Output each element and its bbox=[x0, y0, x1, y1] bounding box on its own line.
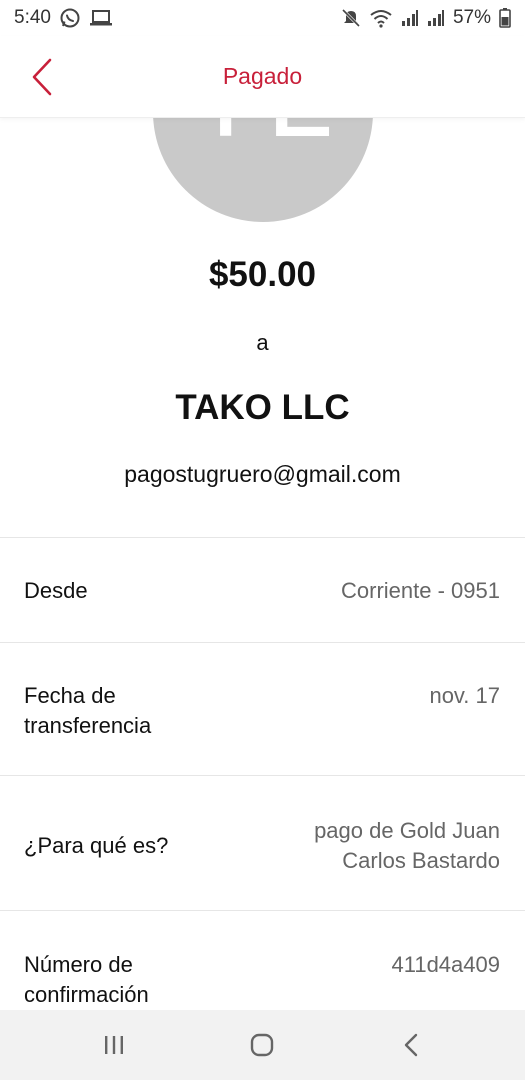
status-right: 57% bbox=[341, 7, 511, 29]
confirmation-label-line2: confirmación bbox=[24, 982, 149, 1007]
payment-amount: $50.00 bbox=[208, 255, 317, 294]
signal-icon bbox=[401, 10, 418, 26]
date-label-line1: Fecha de bbox=[24, 683, 116, 708]
home-icon bbox=[251, 1033, 274, 1057]
mute-icon bbox=[341, 8, 361, 28]
system-nav-bar bbox=[0, 1010, 525, 1080]
back-button[interactable] bbox=[26, 57, 58, 97]
chevron-left-icon bbox=[32, 58, 52, 96]
recipient-email: pagostugruero@gmail.com bbox=[124, 461, 401, 487]
avatar: TL bbox=[153, 118, 373, 222]
payment-details-content[interactable]: TL $50.00 a TAKO LLC pagostugruero@gmail… bbox=[0, 118, 525, 1010]
preposition-text: a bbox=[256, 330, 269, 355]
status-time: 5:40 bbox=[14, 7, 51, 28]
memo-label: ¿Para qué es? bbox=[24, 833, 169, 858]
recipient-name: TAKO LLC bbox=[175, 388, 350, 427]
memo-value: pago de Gold Juan Carlos Bastardo bbox=[314, 816, 500, 876]
status-bar: 5:40 57% bbox=[0, 0, 525, 36]
signal-icon bbox=[427, 10, 444, 26]
status-left: 5:40 bbox=[14, 7, 113, 29]
divider bbox=[0, 537, 525, 538]
home-button[interactable] bbox=[232, 1020, 292, 1070]
confirmation-label-line1: Número de bbox=[24, 952, 133, 977]
memo-value-line1: pago de Gold Juan bbox=[314, 818, 500, 843]
divider bbox=[0, 910, 525, 911]
date-value: nov. 17 bbox=[429, 683, 500, 708]
confirmation-value: 411d4a409 bbox=[391, 952, 501, 977]
app-header: Pagado bbox=[0, 36, 525, 118]
from-label: Desde bbox=[24, 578, 88, 603]
laptop-icon bbox=[89, 10, 112, 26]
date-label: Fecha de transferencia bbox=[24, 681, 151, 741]
divider bbox=[0, 642, 525, 643]
system-back-button[interactable] bbox=[381, 1020, 441, 1070]
divider bbox=[0, 775, 525, 776]
back-icon bbox=[404, 1033, 418, 1057]
page-title: Pagado bbox=[222, 63, 303, 89]
avatar-initials: TL bbox=[189, 118, 337, 164]
date-label-line2: transferencia bbox=[24, 713, 152, 738]
confirmation-label: Número de confirmación bbox=[24, 950, 149, 1010]
wifi-icon bbox=[370, 10, 392, 28]
battery-percent: 57% bbox=[452, 7, 491, 28]
from-value: Corriente - 0951 bbox=[341, 578, 500, 603]
whatsapp-icon bbox=[60, 8, 80, 28]
battery-icon bbox=[499, 8, 511, 28]
recent-apps-button[interactable] bbox=[84, 1020, 144, 1070]
recent-apps-icon bbox=[105, 1036, 124, 1054]
memo-value-line2: Carlos Bastardo bbox=[342, 848, 500, 873]
